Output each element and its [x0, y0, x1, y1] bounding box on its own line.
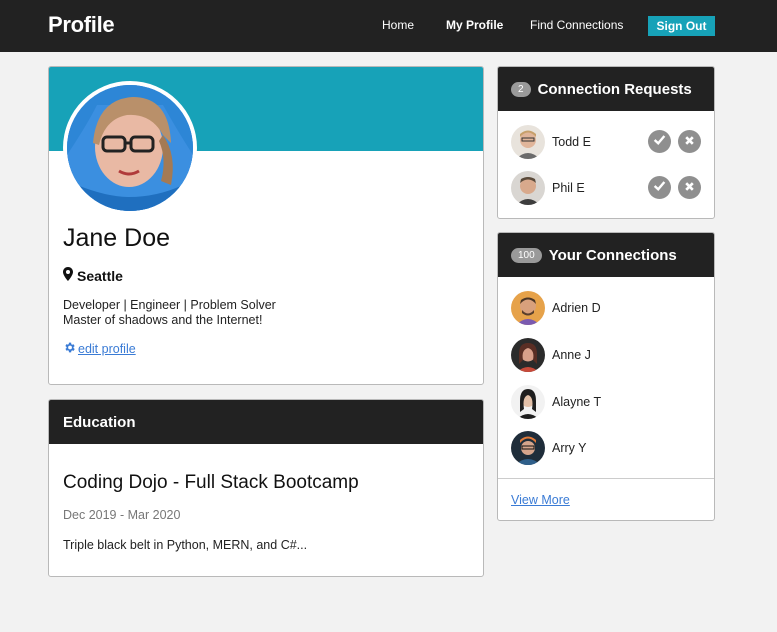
request-name[interactable]: Todd E — [552, 135, 591, 149]
connection-row[interactable]: Arry Y — [511, 431, 587, 465]
avatar[interactable] — [511, 125, 545, 159]
top-navbar: Profile Home My Profile Find Connections… — [0, 0, 777, 52]
avatar[interactable] — [511, 431, 545, 465]
close-icon — [684, 133, 695, 151]
education-dates: Dec 2019 - Mar 2020 — [63, 508, 181, 522]
connection-name[interactable]: Anne J — [552, 348, 591, 362]
divider — [498, 478, 714, 479]
edit-profile-link[interactable]: edit profile — [63, 341, 136, 357]
connection-name[interactable]: Alayne T — [552, 395, 601, 409]
bio-line: Developer | Engineer | Problem Solver — [63, 298, 276, 312]
avatar[interactable] — [511, 338, 545, 372]
requests-count-badge: 2 — [511, 81, 531, 97]
profile-location: Seattle — [63, 267, 123, 284]
education-description: Triple black belt in Python, MERN, and C… — [63, 538, 308, 552]
decline-request-button[interactable] — [678, 130, 701, 153]
accept-request-button[interactable] — [648, 130, 671, 153]
accept-request-button[interactable] — [648, 176, 671, 199]
avatar[interactable] — [511, 171, 545, 205]
view-more-link[interactable]: View More — [511, 493, 570, 507]
gear-icon — [63, 341, 76, 357]
connections-count-badge: 100 — [511, 247, 542, 263]
request-row: Phil E — [511, 171, 585, 205]
profile-name: Jane Doe — [63, 224, 171, 252]
nav-link-home[interactable]: Home — [382, 18, 414, 32]
education-title: Coding Dojo - Full Stack Bootcamp — [63, 472, 359, 493]
request-actions — [648, 176, 701, 199]
profile-avatar — [63, 81, 197, 215]
page-title: Profile — [48, 12, 115, 37]
nav-link-find-connections[interactable]: Find Connections — [530, 18, 623, 32]
education-card: Education Coding Dojo - Full Stack Bootc… — [48, 399, 484, 577]
connection-row[interactable]: Anne J — [511, 338, 591, 372]
your-connections-card: 100 Your Connections Adrien D Anne J Ala… — [497, 232, 715, 521]
connection-requests-card: 2 Connection Requests Todd E Phil E — [497, 66, 715, 219]
connection-requests-heading: 2 Connection Requests — [498, 67, 714, 111]
bio-line: Master of shadows and the Internet! — [63, 313, 263, 327]
your-connections-heading: 100 Your Connections — [498, 233, 714, 277]
request-actions — [648, 130, 701, 153]
decline-request-button[interactable] — [678, 176, 701, 199]
location-text: Seattle — [77, 267, 123, 284]
nav-link-my-profile[interactable]: My Profile — [446, 18, 503, 32]
connection-row[interactable]: Alayne T — [511, 385, 601, 419]
avatar[interactable] — [511, 385, 545, 419]
close-icon — [684, 179, 695, 197]
education-heading: Education — [49, 400, 483, 444]
your-connections-title: Your Connections — [548, 246, 677, 264]
avatar[interactable] — [511, 291, 545, 325]
request-row: Todd E — [511, 125, 591, 159]
connection-name[interactable]: Arry Y — [552, 441, 587, 455]
profile-bio: Developer | Engineer | Problem Solver Ma… — [63, 298, 276, 328]
check-icon — [653, 133, 666, 151]
check-icon — [653, 179, 666, 197]
request-name[interactable]: Phil E — [552, 181, 585, 195]
connection-name[interactable]: Adrien D — [552, 301, 601, 315]
map-marker-icon — [63, 267, 73, 284]
profile-card: Jane Doe Seattle Developer | Engineer | … — [48, 66, 484, 385]
connection-requests-title: Connection Requests — [537, 80, 692, 98]
edit-profile-label[interactable]: edit profile — [78, 342, 136, 356]
sign-out-button[interactable]: Sign Out — [648, 16, 715, 36]
connection-row[interactable]: Adrien D — [511, 291, 601, 325]
profile-photo — [67, 85, 193, 211]
